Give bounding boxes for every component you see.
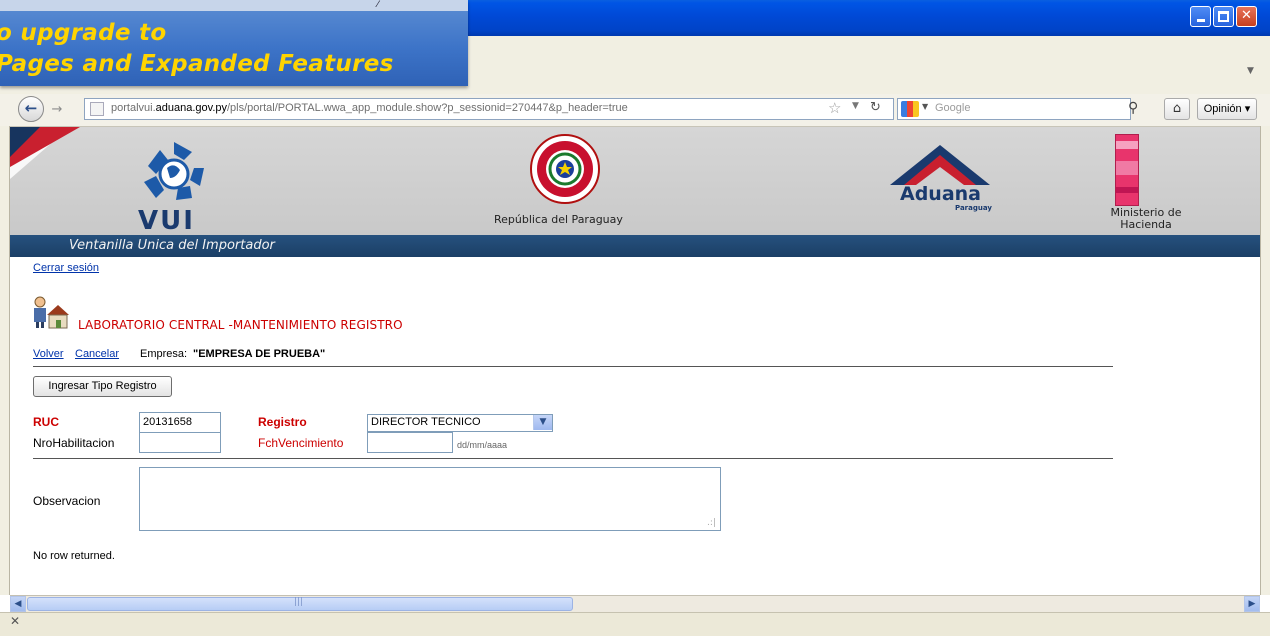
engine-chevron-icon[interactable]: ▼ [922, 102, 928, 111]
home-icon[interactable]: ⌂ [1164, 98, 1190, 120]
fchvencimiento-field[interactable] [367, 432, 453, 453]
minimize-button[interactable] [1190, 6, 1211, 27]
cancelar-link[interactable]: Cancelar [75, 348, 119, 360]
ruc-field[interactable]: 20131658 [139, 412, 221, 433]
observacion-label: Observacion [33, 494, 101, 508]
bookmark-star-icon[interactable]: ☆ [828, 99, 841, 117]
observacion-textarea[interactable] [139, 467, 721, 531]
search-placeholder[interactable]: Google [935, 102, 970, 114]
fchvencimiento-label: FchVencimiento [258, 436, 344, 450]
back-arrow-icon[interactable]: ← [18, 96, 44, 122]
forward-arrow-icon[interactable]: → [48, 101, 66, 119]
promo-line-1: o upgrade to [0, 20, 167, 46]
divider-bottom [33, 458, 1113, 459]
close-button[interactable]: ✕ [1236, 6, 1257, 27]
vui-logo-icon [144, 142, 204, 200]
url-history-chevron-icon[interactable]: ▼ [852, 101, 859, 111]
close-findbar-icon[interactable]: ✕ [10, 614, 20, 628]
status-bar [0, 612, 1270, 636]
search-bar[interactable] [897, 98, 1131, 120]
divider-top [33, 366, 1113, 367]
logout-link[interactable]: Cerrar sesión [33, 262, 99, 274]
reload-icon[interactable]: ↻ [870, 100, 881, 115]
window-frame-right [1260, 126, 1270, 595]
aduana-wordmark: Aduana [900, 183, 982, 205]
scroll-left-icon[interactable]: ◀ [10, 596, 26, 612]
republic-label: República del Paraguay [494, 213, 623, 226]
upgrade-promo-overlay[interactable]: ⁄ o upgrade to Pages and Expanded Featur… [0, 0, 468, 86]
registro-select[interactable]: DIRECTOR TECNICO [367, 414, 553, 432]
volver-link[interactable]: Volver [33, 348, 64, 360]
maximize-button[interactable] [1213, 6, 1234, 27]
page-title: LABORATORIO CENTRAL -MANTENIMIENTO REGIS… [78, 318, 403, 332]
window-frame-left [0, 126, 10, 595]
empresa-label: Empresa: [140, 348, 188, 360]
site-favicon-icon [90, 102, 104, 116]
resize-grip-icon[interactable]: .:| [707, 518, 716, 528]
vui-wordmark: VUI [138, 206, 195, 236]
banner-stripe-navy [10, 127, 40, 157]
google-engine-icon[interactable] [901, 101, 919, 117]
promo-caret-icon: ⁄ [377, 0, 379, 10]
ruc-label: RUC [33, 415, 59, 429]
registro-chevron-down-icon[interactable]: ▼ [533, 415, 552, 430]
no-rows-message: No row returned. [33, 550, 115, 562]
opinion-button[interactable]: Opinión ▾ [1197, 98, 1257, 120]
paraguay-seal-icon [530, 134, 600, 204]
hacienda-emblem-icon [1115, 134, 1139, 206]
date-format-hint: dd/mm/aaaa [457, 440, 508, 450]
url-text[interactable]: portalvui.aduana.gov.py/pls/portal/PORTA… [111, 102, 628, 114]
promo-line-2: Pages and Expanded Features [0, 51, 394, 77]
ingresar-tipo-registro-button[interactable]: Ingresar Tipo Registro [33, 376, 172, 397]
scroll-right-icon[interactable]: ▶ [1244, 596, 1260, 612]
promo-top-band [0, 0, 468, 11]
registro-label: Registro [258, 415, 307, 429]
nrohabilitacion-label: NroHabilitacion [33, 436, 115, 450]
laboratory-house-icon [34, 296, 69, 329]
aduana-subtitle: Paraguay [955, 204, 992, 212]
scroll-grip-icon: ||| [294, 597, 304, 607]
subtitle-text: Ventanilla Unica del Importador [69, 238, 275, 253]
nrohabilitacion-field[interactable] [139, 432, 221, 453]
magnifier-icon[interactable]: ⚲ [1128, 100, 1146, 118]
hacienda-label: Ministerio de Hacienda [1110, 206, 1182, 231]
empresa-value: "EMPRESA DE PRUEBA" [193, 348, 326, 360]
tab-list-chevron-icon[interactable]: ▼ [1247, 66, 1259, 78]
